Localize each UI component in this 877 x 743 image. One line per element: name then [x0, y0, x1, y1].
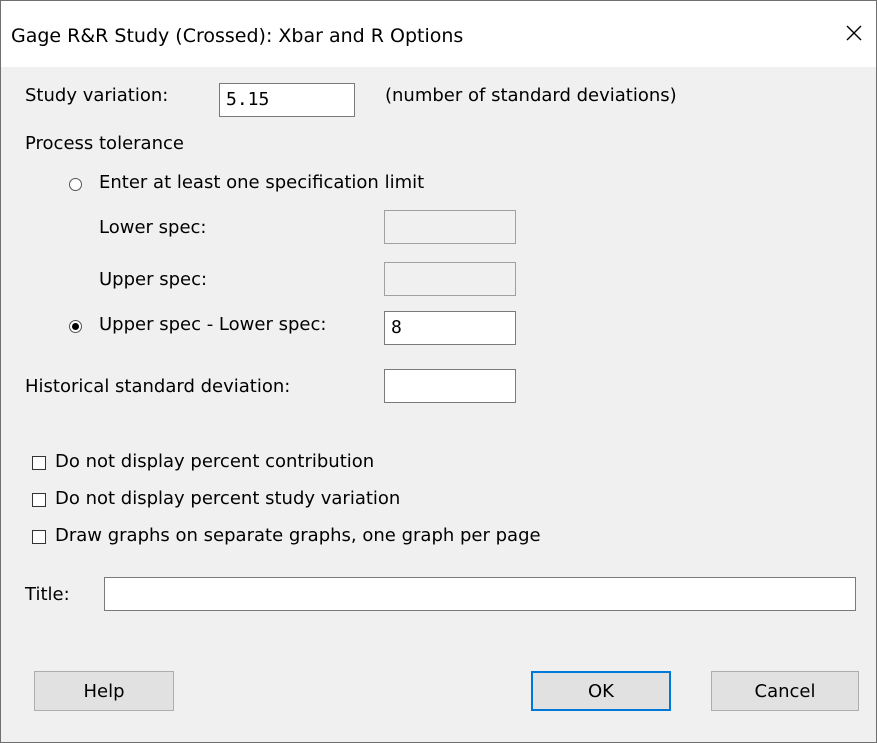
upper-spec-label: Upper spec: — [99, 269, 208, 290]
lower-spec-label: Lower spec: — [99, 217, 207, 238]
process-tolerance-heading: Process tolerance — [25, 133, 184, 154]
historical-sd-input[interactable] — [384, 369, 516, 403]
spec-range-input[interactable]: 8 — [384, 311, 516, 345]
checkbox-no-percent-contribution-label: Do not display percent contribution — [55, 451, 375, 472]
checkbox-no-percent-contribution[interactable] — [32, 456, 46, 470]
spec-range-radio[interactable] — [69, 320, 82, 333]
checkbox-separate-graphs[interactable] — [32, 530, 46, 544]
title-label: Title: — [25, 584, 70, 605]
title-bar: Gage R&R Study (Crossed): Xbar and R Opt… — [1, 1, 876, 67]
close-button[interactable] — [832, 13, 876, 53]
study-variation-label: Study variation: — [25, 85, 169, 106]
checkbox-no-percent-study-variation-label: Do not display percent study variation — [55, 488, 401, 509]
help-button[interactable]: Help — [34, 671, 174, 711]
upper-spec-input[interactable] — [384, 262, 516, 296]
ok-button[interactable]: OK — [531, 671, 671, 711]
spec-limit-radio-label: Enter at least one specification limit — [99, 172, 425, 193]
options-dialog: Gage R&R Study (Crossed): Xbar and R Opt… — [0, 0, 877, 743]
spec-range-radio-label: Upper spec - Lower spec: — [99, 314, 327, 335]
dialog-title: Gage R&R Study (Crossed): Xbar and R Opt… — [11, 25, 464, 47]
close-icon — [846, 25, 862, 41]
checkbox-separate-graphs-label: Draw graphs on separate graphs, one grap… — [55, 525, 541, 546]
cancel-button[interactable]: Cancel — [711, 671, 859, 711]
historical-sd-label: Historical standard deviation: — [25, 376, 291, 397]
study-variation-input[interactable]: 5.15 — [219, 83, 355, 117]
title-input[interactable] — [104, 577, 856, 611]
spec-limit-radio[interactable] — [69, 178, 82, 191]
lower-spec-input[interactable] — [384, 210, 516, 244]
radio-selected-dot — [72, 323, 79, 330]
study-variation-hint: (number of standard deviations) — [385, 85, 677, 106]
checkbox-no-percent-study-variation[interactable] — [32, 493, 46, 507]
